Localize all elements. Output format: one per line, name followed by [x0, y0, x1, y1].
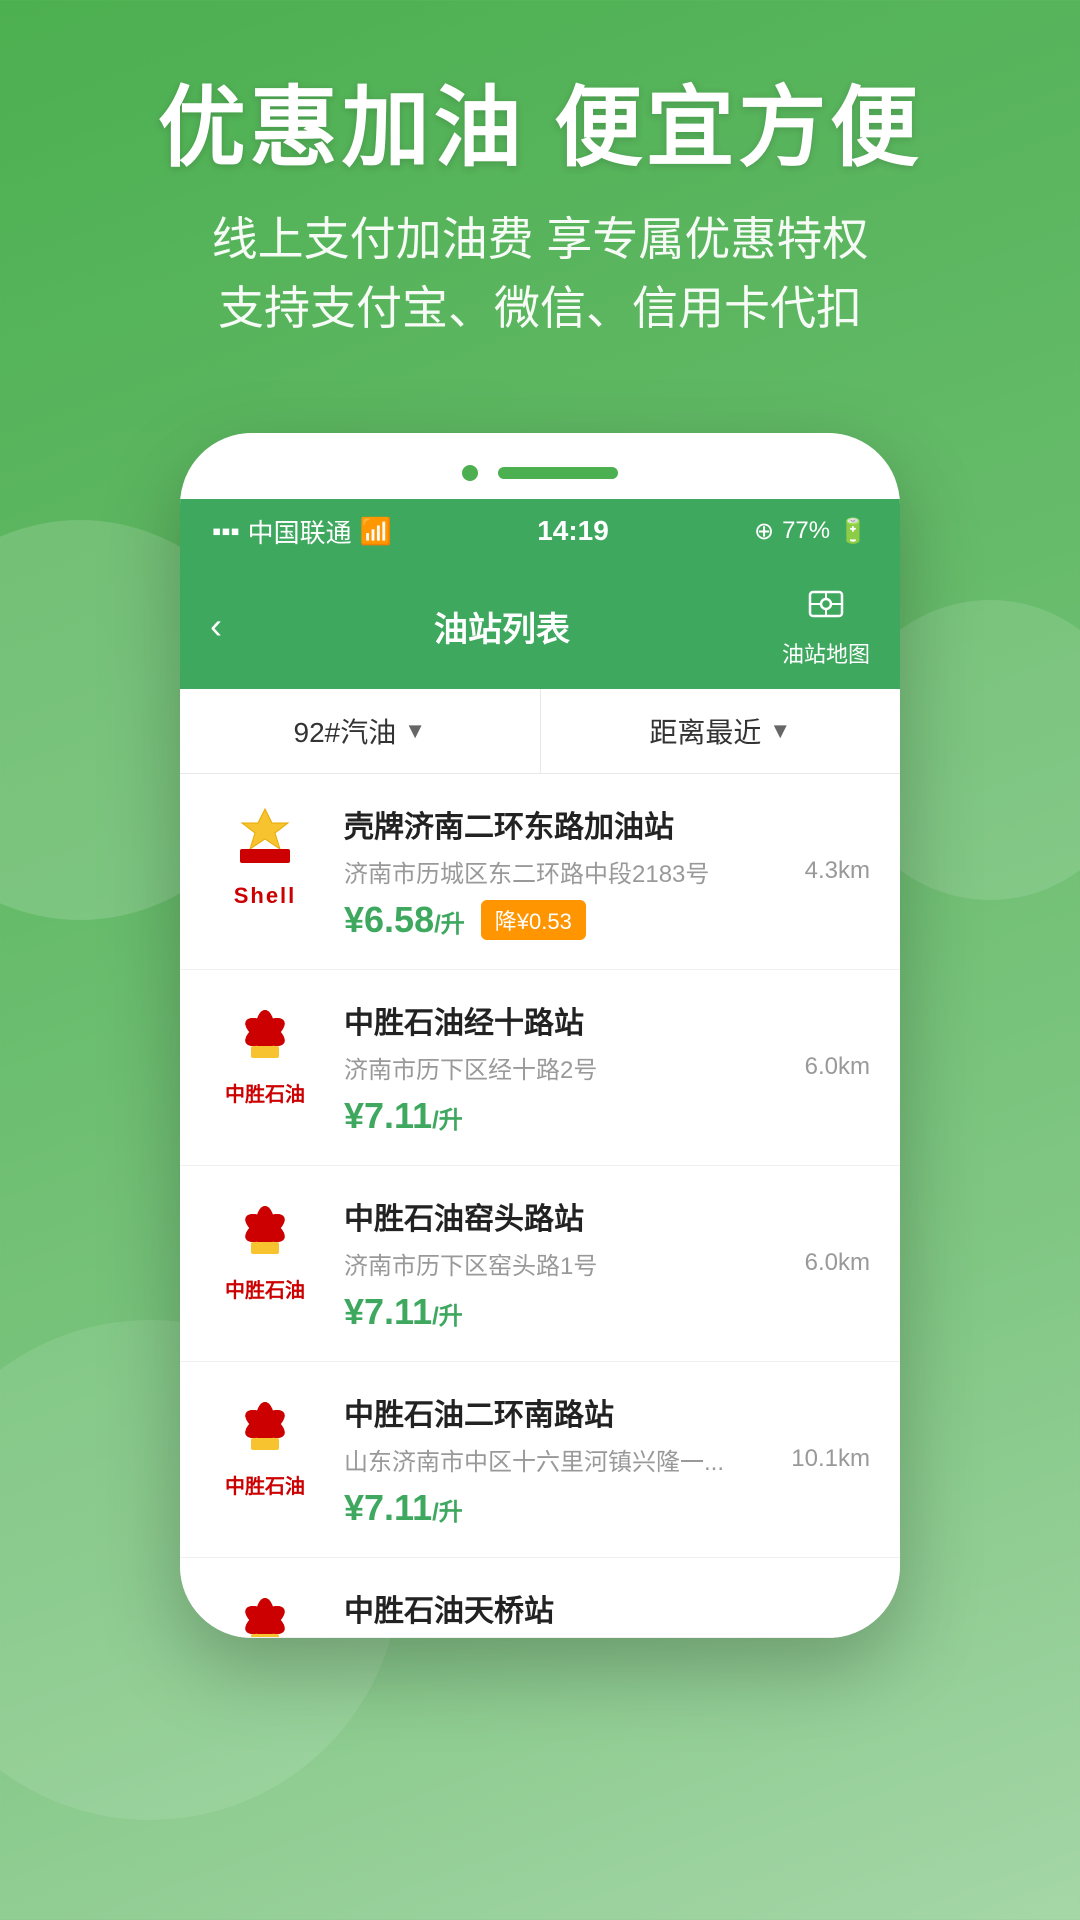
- filter-bar: 92#汽油 ▼ 距离最近 ▼: [180, 689, 900, 774]
- map-label: 油站地图: [782, 637, 870, 669]
- zhongsheng-brand-text-4: 中胜石油: [225, 1470, 305, 1499]
- station-info-4: 中胜石油二环南路站 山东济南市中区十六里河镇兴隆一... 10.1km ¥7.1…: [344, 1390, 870, 1529]
- status-time: 14:19: [537, 515, 609, 547]
- station-price-row-4: ¥7.11/升: [344, 1487, 870, 1529]
- station-item-5[interactable]: 中胜石油 中胜石油天桥站 济南市...: [180, 1558, 900, 1638]
- station-price-3: ¥7.11/升: [344, 1291, 463, 1333]
- zhongsheng-brand-text-2: 中胜石油: [225, 1078, 305, 1107]
- station-item-4[interactable]: 中胜石油 中胜石油二环南路站 山东济南市中区十六里河镇兴隆一... 10.1km…: [180, 1362, 900, 1558]
- sub-title-line1: 线上支付加油费 享专属优惠特权: [0, 205, 1080, 274]
- station-address-row-1: 济南市历城区东二环路中段2183号 4.3km: [344, 854, 870, 889]
- notch-speaker: [498, 467, 618, 479]
- wifi-icon: 📶: [360, 516, 392, 547]
- station-logo-zhongsheng-2: 中胜石油: [210, 998, 320, 1108]
- phone-mockup: ▪▪▪ 中国联通 📶 14:19 ⊕ 77% 🔋 ‹ 油站列表: [180, 433, 900, 1638]
- carrier-name: 中国联通: [248, 513, 352, 550]
- station-distance-3: 6.0km: [805, 1249, 870, 1277]
- station-distance-4: 10.1km: [791, 1445, 870, 1473]
- location-icon: ⊕: [754, 517, 774, 546]
- station-address-2: 济南市历下区经十路2号: [344, 1050, 795, 1085]
- station-price-2: ¥7.11/升: [344, 1095, 463, 1137]
- status-bar: ▪▪▪ 中国联通 📶 14:19 ⊕ 77% 🔋: [180, 499, 900, 564]
- sort-filter[interactable]: 距离最近 ▼: [541, 689, 901, 773]
- station-price-4: ¥7.11/升: [344, 1487, 463, 1529]
- station-list: Shell 壳牌济南二环东路加油站 济南市历城区东二环路中段2183号 4.3k…: [180, 774, 900, 1638]
- sub-title-line2: 支持支付宝、微信、信用卡代扣: [0, 274, 1080, 343]
- station-logo-zhongsheng-3: 中胜石油: [210, 1194, 320, 1304]
- station-logo-shell: Shell: [210, 802, 320, 912]
- battery-text: 77%: [782, 517, 830, 545]
- station-item-2[interactable]: 中胜石油 中胜石油经十路站 济南市历下区经十路2号 6.0km ¥7.11/升: [180, 970, 900, 1166]
- discount-badge-1: 降¥0.53: [481, 900, 586, 940]
- station-distance-2: 6.0km: [805, 1053, 870, 1081]
- station-info-2: 中胜石油经十路站 济南市历下区经十路2号 6.0km ¥7.11/升: [344, 998, 870, 1137]
- nav-title: 油站列表: [434, 602, 570, 651]
- nav-bar: ‹ 油站列表 油站地图: [180, 564, 900, 689]
- sort-label: 距离最近: [649, 711, 761, 751]
- battery-icon: 🔋: [838, 517, 868, 546]
- station-address-row-3: 济南市历下区窑头路1号 6.0km: [344, 1246, 870, 1281]
- station-info-5: 中胜石油天桥站 济南市...: [344, 1586, 870, 1638]
- sort-arrow: ▼: [769, 718, 791, 744]
- fuel-type-arrow: ▼: [404, 718, 426, 744]
- station-address-4: 山东济南市中区十六里河镇兴隆一...: [344, 1442, 781, 1477]
- phone-notch: [180, 433, 900, 481]
- station-item-1[interactable]: Shell 壳牌济南二环东路加油站 济南市历城区东二环路中段2183号 4.3k…: [180, 774, 900, 970]
- header-section: 优惠加油 便宜方便 线上支付加油费 享专属优惠特权 支持支付宝、微信、信用卡代扣: [0, 0, 1080, 383]
- map-button[interactable]: 油站地图: [782, 584, 870, 669]
- fuel-type-filter[interactable]: 92#汽油 ▼: [180, 689, 541, 773]
- station-name-1: 壳牌济南二环东路加油站: [344, 802, 870, 846]
- back-button[interactable]: ‹: [210, 605, 222, 647]
- station-price-row-1: ¥6.58/升 降¥0.53: [344, 899, 870, 941]
- station-name-3: 中胜石油窑头路站: [344, 1194, 870, 1238]
- status-carrier: ▪▪▪ 中国联通 📶: [212, 513, 392, 550]
- station-logo-zhongsheng-5: 中胜石油: [210, 1586, 320, 1638]
- station-name-4: 中胜石油二环南路站: [344, 1390, 870, 1434]
- station-address-1: 济南市历城区东二环路中段2183号: [344, 854, 795, 889]
- main-title: 优惠加油 便宜方便: [0, 80, 1080, 177]
- station-logo-zhongsheng-4: 中胜石油: [210, 1390, 320, 1500]
- notch-dot: [462, 465, 478, 481]
- station-item-3[interactable]: 中胜石油 中胜石油窑头路站 济南市历下区窑头路1号 6.0km ¥7.11/升: [180, 1166, 900, 1362]
- station-price-row-3: ¥7.11/升: [344, 1291, 870, 1333]
- station-name-2: 中胜石油经十路站: [344, 998, 870, 1042]
- signal-icon: ▪▪▪: [212, 516, 240, 547]
- station-address-row-2: 济南市历下区经十路2号 6.0km: [344, 1050, 870, 1085]
- station-name-5: 中胜石油天桥站: [344, 1586, 870, 1630]
- station-distance-1: 4.3km: [805, 857, 870, 885]
- station-price-row-2: ¥7.11/升: [344, 1095, 870, 1137]
- station-price-1: ¥6.58/升: [344, 899, 465, 941]
- map-icon: [806, 584, 846, 633]
- zhongsheng-brand-text-3: 中胜石油: [225, 1274, 305, 1303]
- station-info-3: 中胜石油窑头路站 济南市历下区窑头路1号 6.0km ¥7.11/升: [344, 1194, 870, 1333]
- station-info-1: 壳牌济南二环东路加油站 济南市历城区东二环路中段2183号 4.3km ¥6.5…: [344, 802, 870, 941]
- station-address-3: 济南市历下区窑头路1号: [344, 1246, 795, 1281]
- fuel-type-label: 92#汽油: [294, 711, 397, 751]
- shell-brand-text: Shell: [234, 883, 297, 909]
- station-address-row-4: 山东济南市中区十六里河镇兴隆一... 10.1km: [344, 1442, 870, 1477]
- sub-title: 线上支付加油费 享专属优惠特权 支持支付宝、微信、信用卡代扣: [0, 205, 1080, 343]
- status-right: ⊕ 77% 🔋: [754, 517, 868, 546]
